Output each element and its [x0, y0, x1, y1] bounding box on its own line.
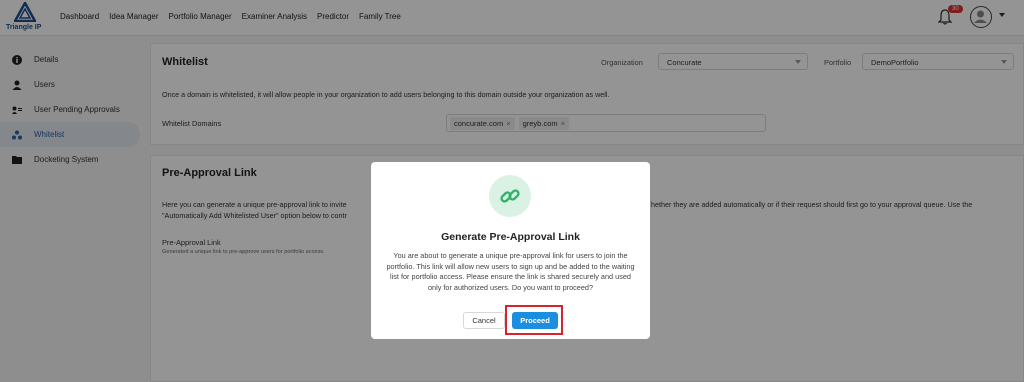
- dialog-body: You are about to generate a unique pre-a…: [386, 251, 635, 292]
- proceed-highlight-box: [505, 305, 563, 335]
- dialog-title: Generate Pre-Approval Link: [441, 231, 580, 243]
- link-icon: [489, 175, 531, 217]
- cancel-button[interactable]: Cancel: [463, 312, 505, 329]
